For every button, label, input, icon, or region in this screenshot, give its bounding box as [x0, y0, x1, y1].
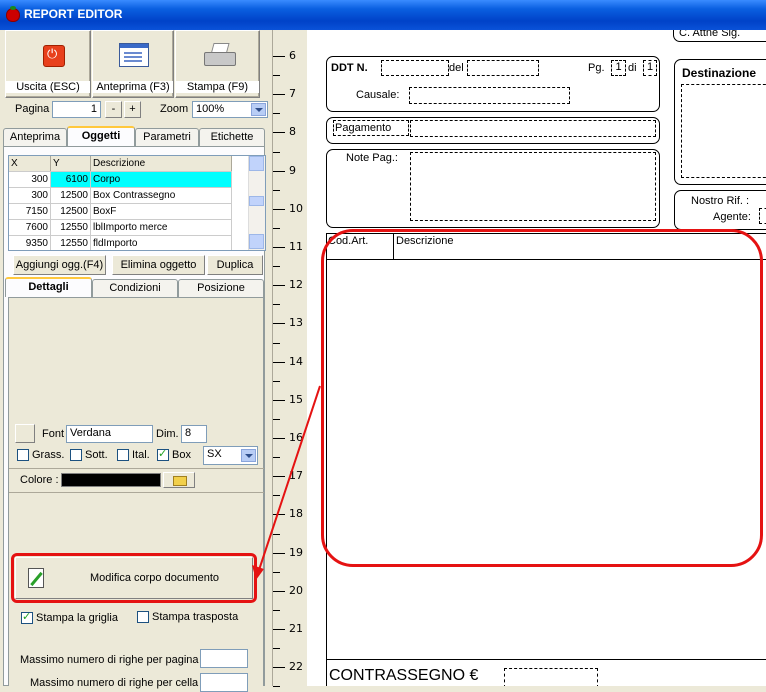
ruler-tick — [273, 686, 280, 688]
annotation-arrow — [252, 385, 321, 580]
